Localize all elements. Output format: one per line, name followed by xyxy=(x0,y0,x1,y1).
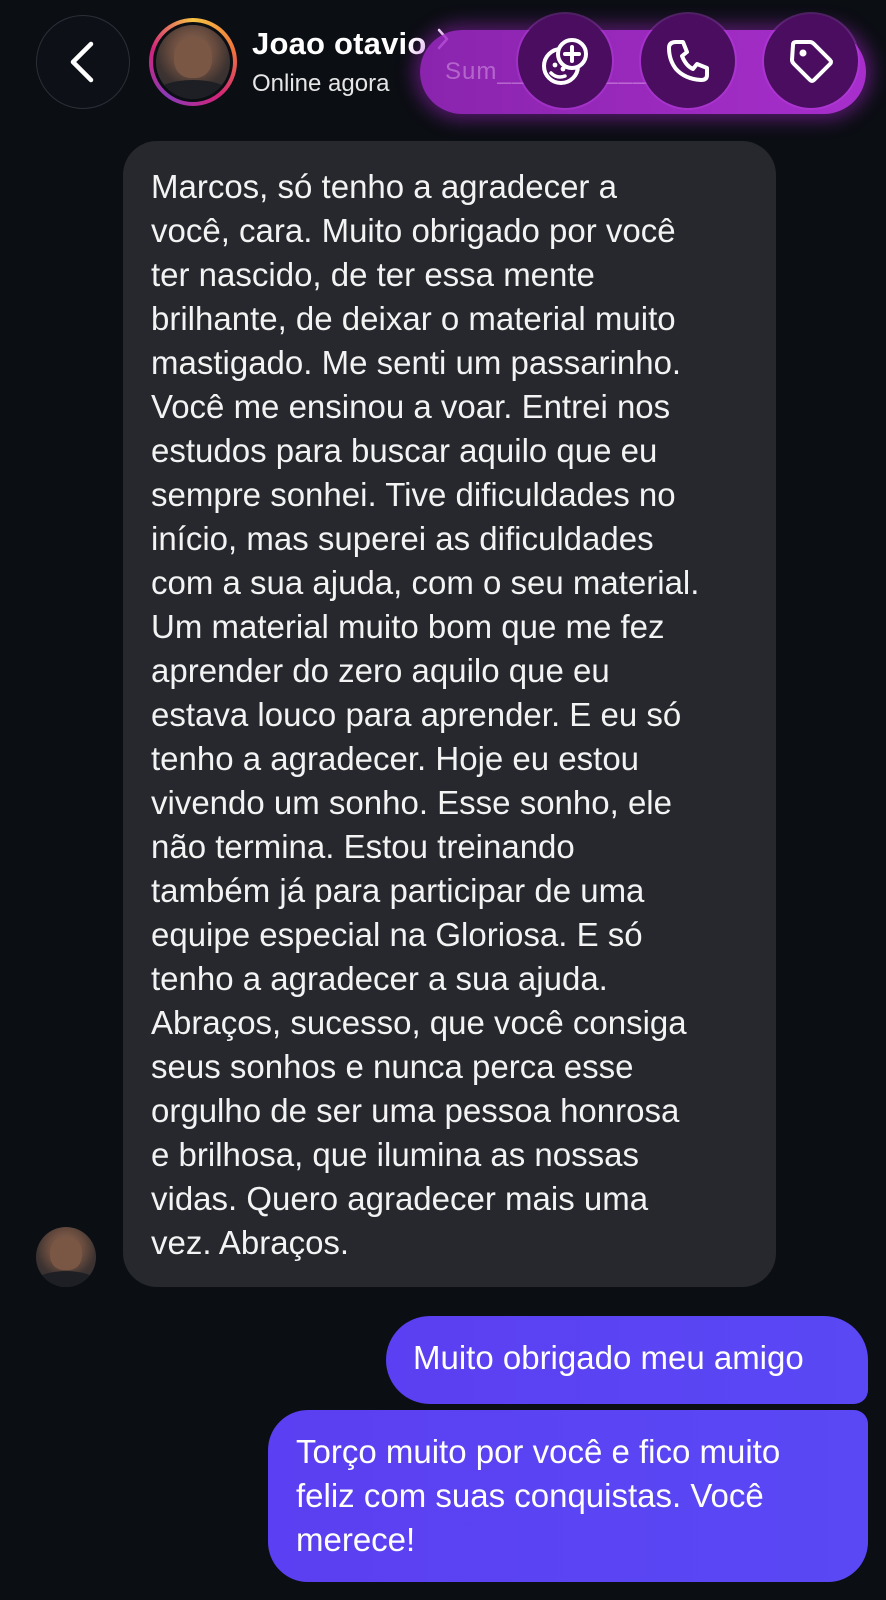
contact-name-link[interactable]: Joao otavio xyxy=(252,26,450,62)
sender-avatar[interactable] xyxy=(36,1227,96,1287)
outgoing-message-bubble[interactable]: Torço muito por você e fico muito feliz … xyxy=(268,1410,868,1582)
contact-avatar-photo xyxy=(156,25,230,99)
back-button[interactable] xyxy=(36,15,130,109)
action-bar-hint: Sum___ ___ç___ra xyxy=(445,58,669,85)
chat-header: Joao otavio Online agora Sum___ ___ç___r… xyxy=(0,0,886,124)
call-button[interactable] xyxy=(641,14,735,108)
phone-icon xyxy=(667,40,709,82)
incoming-message-text: Marcos, só tenho a agradecer a você, car… xyxy=(151,168,700,1261)
sticker-button[interactable] xyxy=(518,14,612,108)
tag-icon xyxy=(790,40,833,83)
contact-avatar[interactable] xyxy=(149,18,237,106)
tag-button[interactable] xyxy=(764,14,858,108)
chevron-left-icon xyxy=(70,41,94,83)
sticker-add-icon xyxy=(542,38,588,85)
incoming-message-bubble[interactable]: Marcos, só tenho a agradecer a você, car… xyxy=(123,141,776,1287)
outgoing-message-bubble[interactable]: Muito obrigado meu amigo xyxy=(386,1316,868,1404)
contact-status: Online agora xyxy=(252,70,390,97)
contact-name: Joao otavio xyxy=(252,26,427,61)
